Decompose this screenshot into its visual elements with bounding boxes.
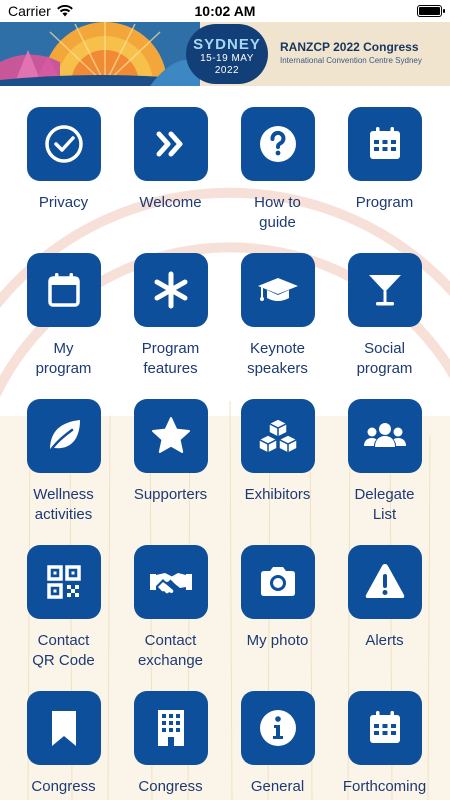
tile-my-program[interactable]: My program xyxy=(10,253,117,399)
tile-label: Program xyxy=(355,194,414,211)
status-time: 10:02 AM xyxy=(194,3,256,19)
banner-year: 2022 xyxy=(214,65,240,76)
sydney-badge: SYDNEY 15-19 MAY 2022 xyxy=(186,24,268,84)
tile-label: Keynote speakers xyxy=(247,340,308,377)
tile-forthcoming[interactable]: Forthcoming xyxy=(331,691,438,800)
tile-label: Contact exchange xyxy=(137,632,204,669)
calendar-icon xyxy=(26,253,101,327)
banner-text: RANZCP 2022 Congress International Conve… xyxy=(280,40,422,65)
banner-dates: 15-19 MAY xyxy=(200,53,254,64)
tile-alerts[interactable]: Alerts xyxy=(331,545,438,691)
tile-exhibitors[interactable]: Exhibitors xyxy=(224,399,331,545)
handshake-icon xyxy=(133,545,208,619)
tile-label: General xyxy=(250,778,305,795)
asterisk-icon xyxy=(133,253,208,327)
tile-congress-building[interactable]: Congress xyxy=(117,691,224,800)
users-icon xyxy=(347,399,422,473)
banner-subtitle: International Convention Centre Sydney xyxy=(280,56,422,65)
tile-my-photo[interactable]: My photo xyxy=(224,545,331,691)
warning-icon xyxy=(347,545,422,619)
calendar-grid-icon xyxy=(347,107,422,181)
tile-social-program[interactable]: Social program xyxy=(331,253,438,399)
graduation-cap-icon xyxy=(240,253,315,327)
cubes-icon xyxy=(240,399,315,473)
qr-code-icon xyxy=(26,545,101,619)
bookmark-icon xyxy=(26,691,101,765)
building-icon xyxy=(133,691,208,765)
tile-label: Program features xyxy=(141,340,200,377)
status-bar: Carrier 10:02 AM xyxy=(0,0,450,22)
tile-general[interactable]: General xyxy=(224,691,331,800)
tile-delegate-list[interactable]: Delegate List xyxy=(331,399,438,545)
leaf-icon xyxy=(26,399,101,473)
tile-label: Supporters xyxy=(133,486,208,503)
congress-banner[interactable]: SYDNEY 15-19 MAY 2022 RANZCP 2022 Congre… xyxy=(0,22,450,86)
tile-label: My photo xyxy=(246,632,309,649)
tile-program-features[interactable]: Program features xyxy=(117,253,224,399)
menu-grid: Privacy Welcome How to guide Program My … xyxy=(0,107,450,800)
question-circle-icon xyxy=(240,107,315,181)
tile-how-to-guide[interactable]: How to guide xyxy=(224,107,331,253)
tile-label: Privacy xyxy=(38,194,89,211)
tile-label: Wellness activities xyxy=(33,486,94,523)
tile-keynote-speakers[interactable]: Keynote speakers xyxy=(224,253,331,399)
battery-icon xyxy=(417,5,445,17)
tile-label: Exhibitors xyxy=(244,486,311,503)
tile-label: Welcome xyxy=(139,194,202,211)
tile-label: Social program xyxy=(356,340,413,377)
tile-program[interactable]: Program xyxy=(331,107,438,253)
tile-label: My program xyxy=(35,340,92,377)
check-circle-icon xyxy=(26,107,101,181)
banner-city: SYDNEY xyxy=(193,36,261,53)
tile-privacy[interactable]: Privacy xyxy=(10,107,117,253)
tile-contact-qr-code[interactable]: Contact QR Code xyxy=(10,545,117,691)
tile-label: Delegate List xyxy=(354,486,415,523)
tile-label: Contact QR Code xyxy=(32,632,95,669)
tile-congress-bookmark[interactable]: Congress xyxy=(10,691,117,800)
double-chevron-right-icon xyxy=(133,107,208,181)
tile-wellness-activities[interactable]: Wellness activities xyxy=(10,399,117,545)
banner-title: RANZCP 2022 Congress xyxy=(280,40,419,54)
tile-label: Forthcoming xyxy=(342,778,427,795)
cocktail-glass-icon xyxy=(347,253,422,327)
tile-label: How to guide xyxy=(254,194,301,231)
tile-label: Congress xyxy=(31,778,96,795)
calendar-grid-icon xyxy=(347,691,422,765)
camera-icon xyxy=(240,545,315,619)
info-circle-icon xyxy=(240,691,315,765)
star-icon xyxy=(133,399,208,473)
tile-label: Alerts xyxy=(365,632,404,649)
tile-supporters[interactable]: Supporters xyxy=(117,399,224,545)
tile-welcome[interactable]: Welcome xyxy=(117,107,224,253)
tile-contact-exchange[interactable]: Contact exchange xyxy=(117,545,224,691)
tile-label: Congress xyxy=(138,778,203,795)
